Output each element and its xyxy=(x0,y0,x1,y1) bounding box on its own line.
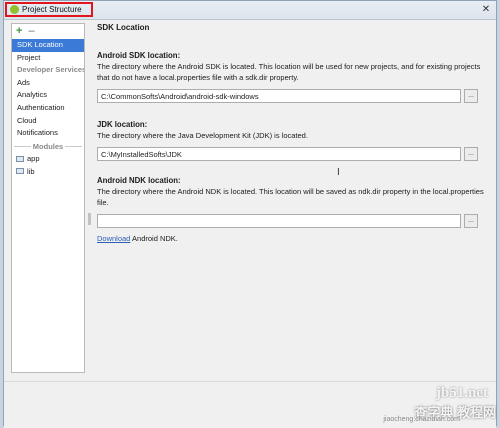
sidebar-item-sdk-location[interactable]: SDK Location xyxy=(12,39,84,52)
module-label: app xyxy=(27,154,40,164)
close-button[interactable]: ✕ xyxy=(479,3,493,16)
sidebar-toolbar: + – xyxy=(12,24,84,39)
window-title: Project Structure xyxy=(22,5,82,14)
developer-services-header: Developer Services xyxy=(17,65,84,75)
sidebar-item-cloud[interactable]: Cloud xyxy=(12,115,84,128)
sidebar-item-authentication[interactable]: Authentication xyxy=(12,102,84,115)
browse-ndk-button[interactable]: ... xyxy=(464,214,478,228)
watermark-site: jb51.net xyxy=(435,385,488,401)
add-icon[interactable]: + xyxy=(16,26,22,37)
jdk-description: The directory where the Java Development… xyxy=(97,131,308,140)
android-studio-icon xyxy=(10,5,19,14)
android-ndk-label: Android NDK location: xyxy=(97,176,181,185)
sidebar-item-project[interactable]: Project xyxy=(12,52,84,65)
module-folder-icon xyxy=(16,168,24,175)
sdk-location-panel: SDK Location Android SDK location: The d… xyxy=(97,23,487,373)
sidebar-item-module-app[interactable]: app xyxy=(12,152,84,165)
jdk-path-field[interactable] xyxy=(97,147,461,161)
divider xyxy=(65,145,83,147)
android-ndk-path-field[interactable] xyxy=(97,214,461,228)
sidebar-item-module-lib[interactable]: lib xyxy=(12,165,84,178)
title-highlight-box: Project Structure xyxy=(5,2,93,17)
sidebar-item-analytics[interactable]: Analytics xyxy=(12,89,84,102)
android-ndk-description: The directory where the Android NDK is l… xyxy=(97,187,484,207)
splitter-handle-icon[interactable] xyxy=(88,213,91,225)
divider xyxy=(14,145,31,147)
module-folder-icon xyxy=(16,155,24,162)
jdk-label: JDK location: xyxy=(97,120,148,129)
modules-header: Modules xyxy=(12,140,84,153)
watermark-url: jiaocheng.chazidian.com xyxy=(383,416,460,423)
text-cursor-icon: I xyxy=(337,167,340,178)
browse-jdk-button[interactable]: ... xyxy=(464,147,478,161)
title-bar: Project Structure ✕ xyxy=(4,1,496,20)
download-ndk-row: Download Android NDK. xyxy=(97,234,487,243)
sidebar-item-notifications[interactable]: Notifications xyxy=(12,127,84,140)
page-title: SDK Location xyxy=(97,23,150,32)
settings-sidebar: + – SDK Location Project Developer Servi… xyxy=(11,23,85,373)
module-label: lib xyxy=(27,166,35,176)
download-ndk-link[interactable]: Download xyxy=(97,234,130,243)
android-sdk-description: The directory where the Android SDK is l… xyxy=(97,62,481,82)
browse-sdk-button[interactable]: ... xyxy=(464,89,478,103)
project-structure-window: Project Structure ✕ + – SDK Location Pro… xyxy=(3,0,497,428)
android-sdk-label: Android SDK location: xyxy=(97,51,181,60)
modules-header-label: Modules xyxy=(32,141,64,151)
android-sdk-path-field[interactable] xyxy=(97,89,461,103)
remove-icon[interactable]: – xyxy=(28,26,34,37)
panel-splitter[interactable] xyxy=(88,23,91,373)
download-ndk-suffix: Android NDK. xyxy=(130,234,178,243)
sidebar-item-ads[interactable]: Ads xyxy=(12,77,84,90)
